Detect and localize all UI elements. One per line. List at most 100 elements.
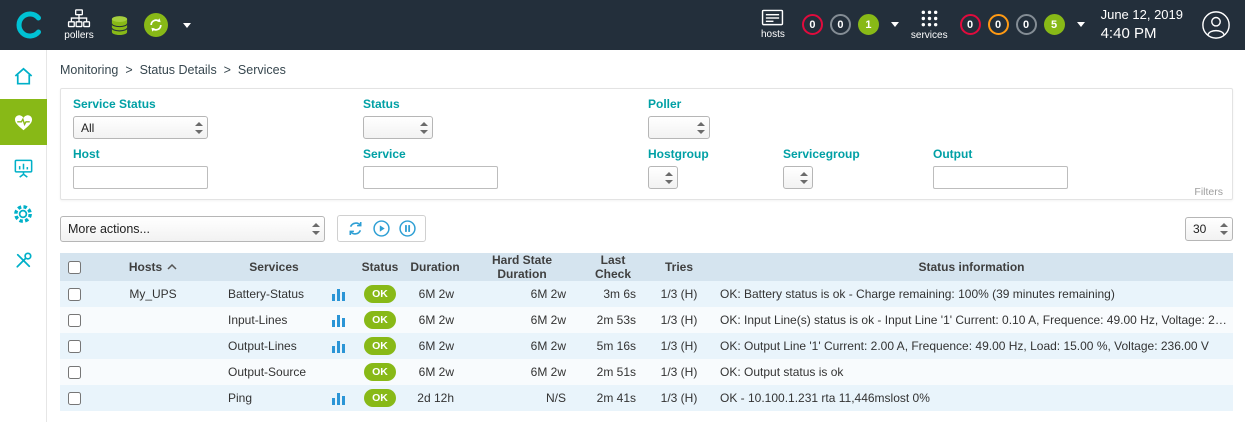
service-name-cell[interactable]: Output-Lines xyxy=(218,333,330,359)
host-status-counter[interactable]: 0 xyxy=(802,14,823,35)
header-last-check[interactable]: Last Check xyxy=(578,253,648,281)
header-tries[interactable]: Tries xyxy=(648,253,710,281)
select-arrows-icon xyxy=(195,122,203,134)
services-counters: 0005 xyxy=(960,14,1065,35)
graph-icon[interactable] xyxy=(332,341,345,353)
breadcrumb-monitoring[interactable]: Monitoring xyxy=(60,63,140,77)
table-row: Output-SourceOK6M 2w6M 2w2m 51s1/3 (H)OK… xyxy=(60,359,1233,385)
pollers-icon xyxy=(67,9,91,28)
last-check-cell: 5m 16s xyxy=(578,333,648,359)
service-name-cell[interactable]: Input-Lines xyxy=(218,307,330,333)
row-checkbox-cell xyxy=(60,359,88,385)
sidebar-item-administration[interactable] xyxy=(0,237,47,283)
service-status-counter[interactable]: 5 xyxy=(1044,14,1065,35)
sidebar-item-monitoring[interactable] xyxy=(0,99,47,145)
service-status-select[interactable]: All xyxy=(73,116,208,139)
select-all-checkbox[interactable] xyxy=(68,261,81,274)
user-avatar[interactable] xyxy=(1201,10,1231,40)
breadcrumb-status-details[interactable]: Status Details xyxy=(140,63,238,77)
hostgroup-field: Hostgroup xyxy=(648,147,783,189)
service-field: Service xyxy=(363,147,648,189)
service-name-cell[interactable]: Battery-Status xyxy=(218,281,330,307)
poller-status-expand-icon[interactable] xyxy=(183,23,191,28)
host-name-cell[interactable]: My_UPS xyxy=(88,281,218,307)
service-name-cell[interactable]: Output-Source xyxy=(218,359,330,385)
status-select[interactable] xyxy=(363,116,433,139)
services-icon xyxy=(920,9,939,28)
row-checkbox-cell xyxy=(60,281,88,307)
hosts-counters: 001 xyxy=(802,14,879,35)
pollers-menu[interactable]: pollers xyxy=(62,9,96,41)
tries-cell: 1/3 (H) xyxy=(648,385,710,411)
graph-cell xyxy=(330,359,356,385)
service-name-cell[interactable]: Ping xyxy=(218,385,330,411)
hosts-label: hosts xyxy=(761,29,785,40)
select-all-cell xyxy=(60,253,88,281)
play-button[interactable] xyxy=(373,220,390,237)
graph-cell xyxy=(330,281,356,307)
current-time: 4:40 PM xyxy=(1101,24,1183,44)
service-status-label: Service Status xyxy=(73,97,363,111)
status-badge: OK xyxy=(364,337,396,354)
sidebar-item-configuration[interactable] xyxy=(0,191,47,237)
tries-cell: 1/3 (H) xyxy=(648,359,710,385)
host-input[interactable] xyxy=(73,166,208,189)
database-status-icon[interactable] xyxy=(110,15,129,36)
services-table: Hosts Services Status Duration Hard Stat… xyxy=(60,253,1233,411)
page-size-select[interactable]: 30 xyxy=(1185,217,1233,241)
pollers-label: pollers xyxy=(64,30,93,41)
pause-button[interactable] xyxy=(399,220,416,237)
filters-row-1: Service Status All Status Poller xyxy=(73,97,1220,139)
services-expand-icon[interactable] xyxy=(1077,22,1085,27)
sidebar-item-reporting[interactable] xyxy=(0,145,47,191)
more-actions-select[interactable]: More actions... xyxy=(60,216,325,242)
status-information-cell: OK: Input Line(s) status is ok - Input L… xyxy=(710,307,1233,333)
hosts-expand-icon[interactable] xyxy=(891,22,899,27)
header-duration[interactable]: Duration xyxy=(404,253,466,281)
poller-select[interactable] xyxy=(648,116,710,139)
hostgroup-select[interactable] xyxy=(648,166,678,189)
status-badge: OK xyxy=(364,311,396,328)
main-content: MonitoringStatus DetailsServices Service… xyxy=(48,50,1245,422)
status-cell: OK xyxy=(356,385,404,411)
row-checkbox[interactable] xyxy=(68,366,81,379)
row-checkbox[interactable] xyxy=(68,392,81,405)
graph-icon[interactable] xyxy=(332,289,345,301)
header-status[interactable]: Status xyxy=(356,253,404,281)
poller-label: Poller xyxy=(648,97,1220,111)
header-status-information[interactable]: Status information xyxy=(710,253,1233,281)
servicegroup-select[interactable] xyxy=(783,166,813,189)
host-status-counter[interactable]: 1 xyxy=(858,14,879,35)
row-checkbox[interactable] xyxy=(68,314,81,327)
header-hard-state-duration[interactable]: Hard State Duration xyxy=(466,253,578,281)
graph-icon[interactable] xyxy=(332,315,345,327)
datetime: June 12, 2019 4:40 PM xyxy=(1101,7,1183,43)
hosts-menu[interactable]: hosts xyxy=(756,9,790,40)
row-checkbox[interactable] xyxy=(68,340,81,353)
breadcrumb-services: Services xyxy=(238,63,286,77)
tries-cell: 1/3 (H) xyxy=(648,307,710,333)
row-checkbox[interactable] xyxy=(68,288,81,301)
service-status-counter[interactable]: 0 xyxy=(960,14,981,35)
header-services[interactable]: Services xyxy=(218,253,330,281)
graph-icon[interactable] xyxy=(332,393,345,405)
poller-status-icon[interactable] xyxy=(143,12,169,38)
host-status-counter[interactable]: 0 xyxy=(830,14,851,35)
services-label: services xyxy=(911,30,948,41)
services-table-body: My_UPSBattery-StatusOK6M 2w6M 2w3m 6s1/3… xyxy=(60,281,1233,411)
table-header-row: Hosts Services Status Duration Hard Stat… xyxy=(60,253,1233,281)
status-field: Status xyxy=(363,97,648,139)
refresh-button[interactable] xyxy=(347,220,364,237)
output-input[interactable] xyxy=(933,166,1068,189)
sidebar-item-home[interactable] xyxy=(0,53,47,99)
header-hosts[interactable]: Hosts xyxy=(88,253,218,281)
service-status-counter[interactable]: 0 xyxy=(988,14,1009,35)
centreon-logo[interactable] xyxy=(10,11,50,39)
service-status-counter[interactable]: 0 xyxy=(1016,14,1037,35)
topbar-left-cluster: pollers xyxy=(62,9,191,41)
page-size-value: 30 xyxy=(1193,222,1206,236)
services-menu[interactable]: services xyxy=(911,9,948,41)
table-row: PingOK2d 12hN/S2m 41s1/3 (H)OK - 10.100.… xyxy=(60,385,1233,411)
service-input[interactable] xyxy=(363,166,498,189)
row-checkbox-cell xyxy=(60,307,88,333)
